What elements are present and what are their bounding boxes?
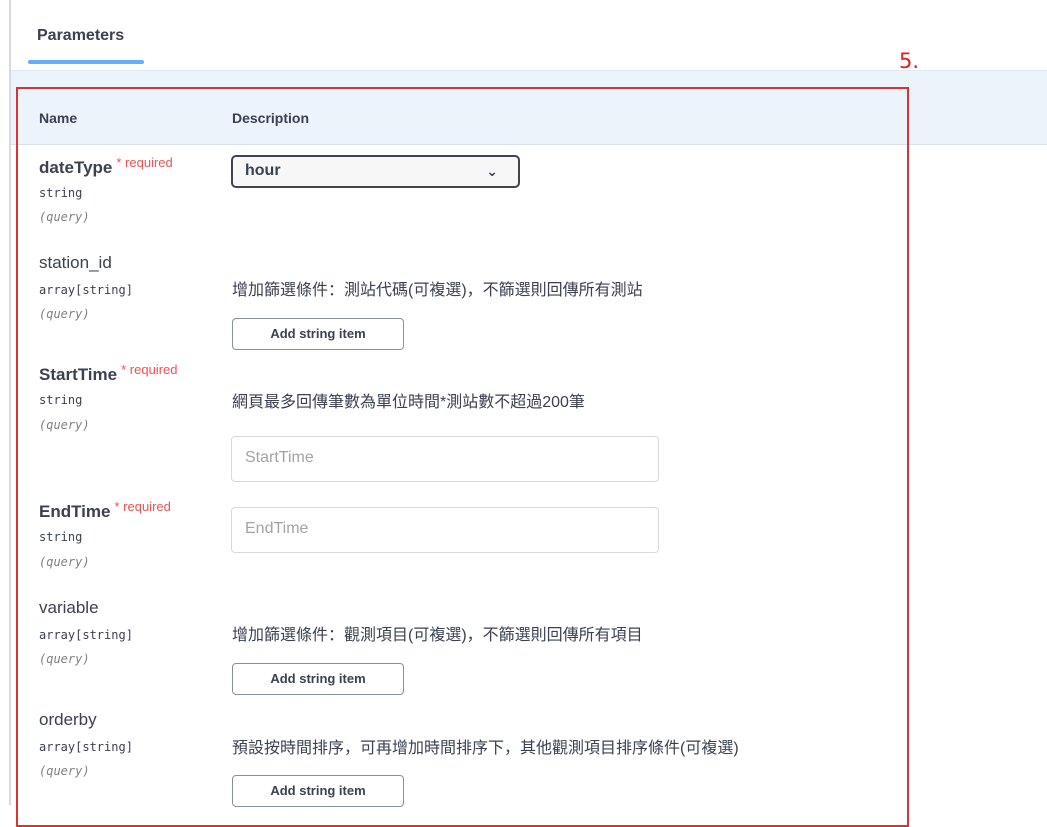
tab-active-indicator <box>28 60 144 64</box>
annotation-label: 5. <box>899 49 920 73</box>
tabs-header <box>11 0 1047 71</box>
tab-parameters[interactable]: Parameters <box>37 27 124 45</box>
annotation-box <box>16 87 909 827</box>
